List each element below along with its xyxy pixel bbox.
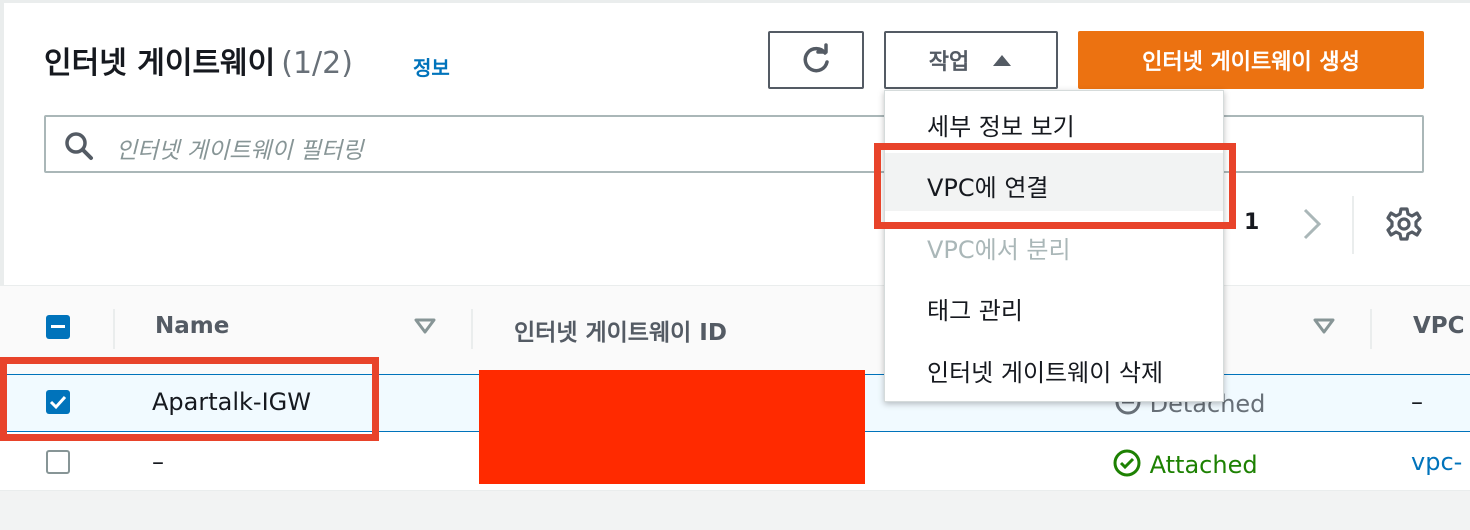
refresh-icon xyxy=(803,43,829,73)
gear-icon[interactable] xyxy=(1386,206,1422,246)
check-circle-icon xyxy=(1113,449,1141,477)
menu-item-manage-tags[interactable]: 태그 관리 xyxy=(927,291,1023,326)
search-icon xyxy=(64,131,94,165)
column-header-vpc[interactable]: VPC xyxy=(1413,313,1465,339)
actions-dropdown-menu: 세부 정보 보기 VPC에 연결 VPC에서 분리 태그 관리 인터넷 게이트웨… xyxy=(884,90,1224,402)
search-placeholder: 인터넷 게이트웨이 필터링 xyxy=(116,138,364,164)
column-separator xyxy=(1370,309,1372,349)
sort-down-icon[interactable] xyxy=(1312,317,1336,339)
row-name-cell: – xyxy=(152,448,164,476)
redacted-gateway-id xyxy=(479,370,865,484)
row-state-cell: Attached xyxy=(1112,448,1258,479)
column-header-gateway-id[interactable]: 인터넷 게이트웨이 ID xyxy=(514,313,727,347)
row-checkbox[interactable] xyxy=(46,450,70,474)
top-border xyxy=(0,0,1470,3)
column-header-name[interactable]: Name xyxy=(155,313,229,339)
info-link[interactable]: 정보 xyxy=(413,52,450,81)
row-vpc-link[interactable]: vpc- xyxy=(1411,448,1462,476)
pagination-divider xyxy=(1352,196,1354,254)
column-separator xyxy=(471,309,473,349)
highlight-annotation-menu-item xyxy=(874,143,1236,229)
column-separator xyxy=(113,309,115,349)
create-internet-gateway-button[interactable]: 인터넷 게이트웨이 생성 xyxy=(1078,31,1424,89)
page-title-text: 인터넷 게이트웨이 xyxy=(44,46,276,81)
chevron-right-icon[interactable] xyxy=(1300,206,1324,246)
menu-item-detach-from-vpc: VPC에서 분리 xyxy=(927,236,1071,264)
sort-down-icon[interactable] xyxy=(413,317,437,339)
menu-item-view-details[interactable]: 세부 정보 보기 xyxy=(927,107,1075,142)
actions-button[interactable]: 작업 xyxy=(884,31,1058,89)
select-all-checkbox[interactable] xyxy=(46,315,70,339)
menu-item-delete-gateway[interactable]: 인터넷 게이트웨이 삭제 xyxy=(927,353,1163,388)
caret-up-icon xyxy=(991,48,1013,73)
page-title: 인터넷 게이트웨이 (1/2) xyxy=(44,38,353,82)
state-label: Attached xyxy=(1149,451,1258,479)
pagination-current-page[interactable]: 1 xyxy=(1244,210,1259,235)
refresh-button[interactable] xyxy=(768,31,864,89)
highlight-annotation-row xyxy=(0,357,379,441)
actions-button-label: 작업 xyxy=(928,50,970,75)
row-vpc-cell: – xyxy=(1411,388,1423,416)
selection-count: (1/2) xyxy=(281,46,353,81)
